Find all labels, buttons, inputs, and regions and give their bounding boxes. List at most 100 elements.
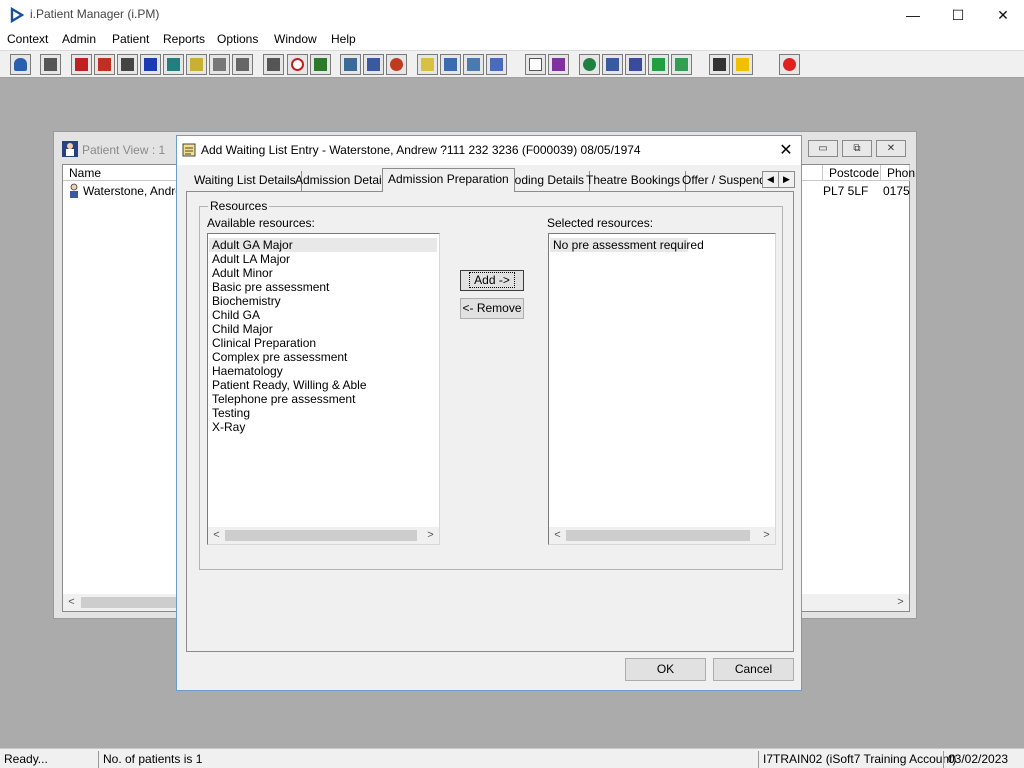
newspaper-icon[interactable]	[117, 54, 138, 75]
tab-waiting-list-details[interactable]: Waiting List Details	[189, 171, 302, 191]
resources-group: Resources Available resources: Selected …	[199, 199, 783, 570]
waiting-list-icon[interactable]	[625, 54, 646, 75]
scroll-right-arrow[interactable]: >	[892, 595, 909, 610]
notes-icon[interactable]	[186, 54, 207, 75]
m-icon[interactable]	[140, 54, 161, 75]
arrow-refresh-icon[interactable]	[671, 54, 692, 75]
patient-view-icon	[62, 141, 78, 157]
list-item[interactable]: Child GA	[212, 308, 260, 322]
menu-patient[interactable]: Patient	[112, 32, 149, 46]
list-item[interactable]: Patient Ready, Willing & Able	[212, 378, 367, 392]
list-item[interactable]: Basic pre assessment	[212, 280, 329, 294]
scroll-left-arrow[interactable]: <	[208, 528, 225, 543]
list-icon[interactable]	[417, 54, 438, 75]
scroll-thumb[interactable]	[81, 597, 176, 608]
tab-offer-suspend[interactable]: Offer / Suspend	[677, 171, 771, 191]
tab-strip: Waiting List Details Admission Details A…	[177, 165, 801, 193]
patient-row-phone[interactable]: 0175	[879, 183, 910, 199]
warning-icon[interactable]	[732, 54, 753, 75]
transfer-out-icon[interactable]	[486, 54, 507, 75]
list-check-icon[interactable]	[440, 54, 461, 75]
printer-icon[interactable]	[40, 54, 61, 75]
available-list-scrollbar[interactable]: < >	[208, 527, 439, 544]
tab-scroll-right-icon[interactable]: ▶	[778, 171, 795, 188]
transfer-icon[interactable]	[463, 54, 484, 75]
patient-view-minimize-button[interactable]: ▭	[808, 140, 838, 157]
patient-icon[interactable]	[10, 54, 31, 75]
person-id-icon[interactable]	[163, 54, 184, 75]
dial-icon[interactable]	[386, 54, 407, 75]
clock-icon[interactable]	[287, 54, 308, 75]
dialog-close-button[interactable]: ✕	[773, 139, 799, 163]
list-item[interactable]: Biochemistry	[212, 294, 281, 308]
add-waiting-list-dialog: Add Waiting List Entry - Waterstone, And…	[176, 135, 802, 691]
list-item[interactable]: No pre assessment required	[550, 238, 704, 252]
admission-preparation-panel: Resources Available resources: Selected …	[186, 191, 794, 652]
swap-icon[interactable]	[709, 54, 730, 75]
app-logo-icon	[10, 7, 25, 23]
bar-chart-icon[interactable]	[548, 54, 569, 75]
column-postcode[interactable]: Postcode	[823, 165, 881, 181]
list-item[interactable]: Adult LA Major	[212, 252, 290, 266]
list-item[interactable]: Complex pre assessment	[212, 350, 347, 364]
tab-theatre-bookings[interactable]: Theatre Bookings	[581, 171, 687, 191]
tab-admission-details[interactable]: Admission Details	[290, 171, 397, 191]
search-doc-icon[interactable]	[263, 54, 284, 75]
document-icon[interactable]	[525, 54, 546, 75]
list-item[interactable]: Haematology	[212, 364, 283, 378]
patient-row-postcode[interactable]: PL7 5LF	[819, 183, 868, 199]
patient-view-close-button[interactable]: ✕	[876, 140, 906, 157]
maximize-button[interactable]: ☐	[935, 0, 981, 30]
list-item[interactable]: Adult GA Major	[209, 238, 437, 252]
list-item[interactable]: Child Major	[212, 322, 273, 336]
book-edit-icon[interactable]	[94, 54, 115, 75]
menu-window[interactable]: Window	[274, 32, 317, 46]
menu-reports[interactable]: Reports	[163, 32, 205, 46]
minimize-button[interactable]: —	[890, 0, 936, 30]
app-title: i.Patient Manager (i.PM)	[30, 7, 160, 21]
tab-scroll-left-icon[interactable]: ◀	[762, 171, 779, 188]
column-phone[interactable]: Phon	[881, 165, 915, 181]
exit-icon[interactable]	[779, 54, 800, 75]
scroll-thumb[interactable]	[566, 530, 750, 541]
book-icon[interactable]	[71, 54, 92, 75]
list-item[interactable]: Clinical Preparation	[212, 336, 316, 350]
monitor-icon[interactable]	[310, 54, 331, 75]
menu-admin[interactable]: Admin	[62, 32, 96, 46]
cancel-button[interactable]: Cancel	[713, 658, 794, 681]
scroll-right-arrow[interactable]: >	[758, 528, 775, 543]
add-button[interactable]: Add ->	[460, 270, 524, 291]
arrow-green-icon[interactable]	[648, 54, 669, 75]
chart-doc-icon[interactable]	[340, 54, 361, 75]
dialog-title-bar: Add Waiting List Entry - Waterstone, And…	[177, 136, 801, 165]
menu-bar: Context Admin Patient Reports Options Wi…	[0, 30, 1024, 50]
bed-icon[interactable]	[232, 54, 253, 75]
list-item[interactable]: Telephone pre assessment	[212, 392, 355, 406]
scroll-left-arrow[interactable]: <	[549, 528, 566, 543]
menu-options[interactable]: Options	[217, 32, 258, 46]
list-item[interactable]: Adult Minor	[212, 266, 273, 280]
scroll-left-arrow[interactable]: <	[63, 595, 80, 610]
menu-context[interactable]: Context	[7, 32, 48, 46]
globe-icon[interactable]	[579, 54, 600, 75]
patient-row-name[interactable]: Waterstone, Andrew	[79, 183, 191, 199]
selected-resources-list[interactable]: No pre assessment required < >	[548, 233, 776, 545]
menu-help[interactable]: Help	[331, 32, 356, 46]
ok-button[interactable]: OK	[625, 658, 706, 681]
resources-group-label: Resources	[208, 199, 270, 213]
remove-button[interactable]: <- Remove	[460, 298, 524, 319]
list-item[interactable]: Testing	[212, 406, 250, 420]
tab-admission-preparation[interactable]: Admission Preparation	[382, 168, 515, 192]
close-button[interactable]: ✕	[980, 0, 1024, 30]
scroll-thumb[interactable]	[225, 530, 417, 541]
referral-icon[interactable]	[602, 54, 623, 75]
list-item[interactable]: X-Ray	[212, 420, 245, 434]
scroll-right-arrow[interactable]: >	[422, 528, 439, 543]
status-ready: Ready...	[4, 752, 48, 766]
available-resources-list[interactable]: Adult GA Major Adult LA Major Adult Mino…	[207, 233, 440, 545]
ambulance-icon[interactable]	[209, 54, 230, 75]
status-date: 03/02/2023	[943, 751, 1008, 768]
patient-view-restore-button[interactable]: ⧉	[842, 140, 872, 157]
selected-list-scrollbar[interactable]: < >	[549, 527, 775, 544]
card-icon[interactable]	[363, 54, 384, 75]
